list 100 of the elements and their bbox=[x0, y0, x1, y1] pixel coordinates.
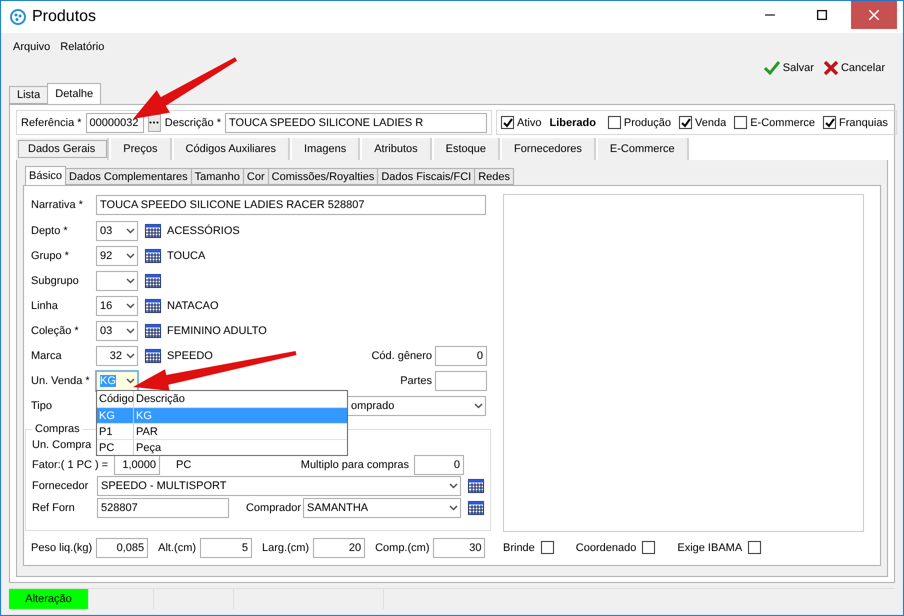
tab[interactable]: Detalhe bbox=[47, 83, 102, 104]
number-field[interactable]: 1,0000 bbox=[114, 455, 160, 475]
tab[interactable]: Estoque bbox=[434, 138, 500, 160]
close-icon bbox=[869, 10, 879, 20]
checkbox-label: Franquias bbox=[839, 116, 888, 128]
menu-item[interactable]: Relatório bbox=[60, 40, 104, 53]
field-label: Fornecedor bbox=[32, 480, 90, 492]
description-text: SPEEDO bbox=[167, 350, 213, 362]
table-icon[interactable] bbox=[145, 224, 161, 238]
checkbox[interactable] bbox=[823, 116, 836, 129]
tab[interactable]: Dados Fiscais/FCI bbox=[377, 168, 476, 185]
field-label: Linha bbox=[31, 300, 59, 312]
number-field[interactable]: 30 bbox=[433, 538, 486, 558]
group-title: Compras bbox=[34, 423, 81, 435]
menu-item[interactable]: Arquivo bbox=[13, 40, 50, 53]
field-label: Grupo * bbox=[31, 250, 70, 262]
checkbox-label: Exige IBAMA bbox=[677, 542, 742, 554]
checkbox[interactable] bbox=[608, 116, 621, 129]
field-label: Depto * bbox=[31, 224, 69, 236]
tab[interactable]: Dados Complementares bbox=[65, 168, 192, 185]
reference-field[interactable]: 00000032 bbox=[86, 112, 144, 132]
field-label: Peso liq.(kg) bbox=[31, 542, 92, 554]
chevron-icon bbox=[126, 328, 135, 334]
dropdown-row[interactable]: P1 PAR bbox=[97, 423, 347, 439]
field-label: Comp.(cm) bbox=[375, 542, 430, 554]
description-text: NATACAO bbox=[167, 300, 219, 312]
maximize-icon bbox=[817, 10, 827, 20]
app-icon bbox=[10, 8, 26, 25]
number-field[interactable]: 0 bbox=[414, 455, 464, 475]
status-label: Liberado bbox=[549, 116, 596, 128]
tab[interactable]: E-Commerce bbox=[598, 138, 689, 160]
tab[interactable]: Lista bbox=[9, 86, 48, 104]
tab[interactable]: Imagens bbox=[292, 138, 360, 160]
checkbox[interactable] bbox=[642, 541, 656, 554]
table-icon[interactable] bbox=[145, 348, 161, 362]
checkbox[interactable] bbox=[540, 541, 554, 554]
field-label: Marca bbox=[31, 350, 63, 362]
field-label: Fator:( 1 PC ) = bbox=[32, 459, 110, 471]
table-icon[interactable] bbox=[145, 248, 161, 262]
checkbox-label: Venda bbox=[695, 116, 726, 128]
checkbox-label: E-Commerce bbox=[750, 116, 816, 128]
column-header: Descrição bbox=[135, 392, 186, 407]
dropdown-row[interactable]: PC Peça bbox=[97, 439, 347, 455]
combo-box[interactable]: 16 bbox=[96, 296, 138, 316]
combo-box[interactable]: 92 bbox=[96, 246, 138, 266]
description-text: ACESSÓRIOS bbox=[167, 224, 240, 236]
text-field[interactable]: TOUCA SPEEDO SILICONE LADIES RACER 528807 bbox=[96, 195, 486, 215]
table-icon[interactable] bbox=[145, 274, 161, 288]
number-field[interactable]: 20 bbox=[313, 538, 366, 558]
chevron-icon bbox=[126, 352, 135, 358]
field-label: Larg.(cm) bbox=[262, 542, 310, 554]
description-text: FEMININO ADULTO bbox=[167, 324, 267, 336]
chevron-icon bbox=[126, 302, 135, 308]
field-label: Multiplo para compras bbox=[300, 459, 409, 471]
table-icon[interactable] bbox=[468, 501, 484, 515]
number-field[interactable]: 0,085 bbox=[96, 538, 148, 558]
close-button[interactable] bbox=[851, 1, 897, 29]
tab[interactable]: Cor bbox=[242, 168, 269, 185]
checkbox[interactable] bbox=[501, 116, 514, 129]
checkbox[interactable] bbox=[734, 116, 748, 129]
tab[interactable]: Atributos bbox=[362, 138, 432, 160]
table-icon[interactable] bbox=[468, 479, 484, 493]
combo-box[interactable]: 03 bbox=[96, 320, 138, 340]
tab[interactable]: Comissões/Royalties bbox=[268, 168, 378, 185]
tab[interactable]: Códigos Auxiliares bbox=[174, 138, 290, 160]
tab[interactable]: Preços bbox=[111, 138, 172, 160]
tab[interactable]: Dados Gerais bbox=[16, 138, 110, 160]
cancel-button[interactable]: Cancelar bbox=[822, 61, 887, 76]
number-field[interactable]: 5 bbox=[200, 538, 252, 558]
combo-box[interactable]: SAMANTHA bbox=[303, 498, 461, 518]
tab[interactable]: Tamanho bbox=[190, 168, 244, 185]
description-field[interactable]: TOUCA SPEEDO SILICONE LADIES R bbox=[225, 112, 487, 132]
tab[interactable]: Básico bbox=[25, 166, 66, 185]
number-field[interactable] bbox=[435, 370, 487, 390]
chevron-icon bbox=[126, 278, 135, 284]
field-label: Un. Compra bbox=[32, 439, 92, 451]
combo-box[interactable]: 03 bbox=[96, 220, 138, 240]
combo-box[interactable]: 32 bbox=[96, 346, 138, 366]
chevron-icon bbox=[474, 402, 483, 408]
checkbox[interactable] bbox=[679, 116, 692, 129]
field-label: Ref Forn bbox=[32, 502, 76, 514]
number-field[interactable]: 0 bbox=[435, 346, 487, 366]
table-icon[interactable] bbox=[145, 324, 161, 338]
save-button[interactable]: Salvar bbox=[762, 61, 816, 76]
table-icon[interactable] bbox=[145, 298, 161, 312]
chevron-icon bbox=[126, 228, 135, 234]
tab[interactable]: Redes bbox=[474, 168, 514, 185]
chevron-icon bbox=[126, 378, 135, 384]
checkbox-label: Brinde bbox=[503, 542, 535, 554]
tab[interactable]: Fornecedores bbox=[502, 138, 596, 160]
checkbox[interactable] bbox=[748, 541, 762, 554]
field-label: Comprador bbox=[246, 502, 301, 514]
status-text: Alteração bbox=[25, 593, 72, 605]
field-label: Un. Venda * bbox=[31, 374, 91, 386]
field-label: Tipo bbox=[31, 400, 53, 412]
combo-box[interactable]: SPEEDO - MULTISPORT bbox=[97, 476, 461, 496]
text-field[interactable]: 528807 bbox=[97, 498, 229, 518]
cross-icon bbox=[824, 61, 838, 76]
field-label: Partes bbox=[400, 374, 432, 386]
checkbox-label: Ativo bbox=[517, 116, 542, 128]
